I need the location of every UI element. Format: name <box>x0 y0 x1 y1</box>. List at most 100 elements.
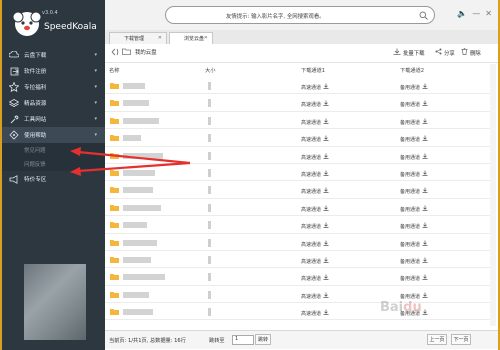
high-speed-link[interactable]: 高速通道 <box>301 153 329 161</box>
table-row[interactable]: 高速通道 备用通道 <box>105 234 495 251</box>
column-header-size[interactable]: 大小 <box>205 67 215 74</box>
sidebar-item-help[interactable]: 使用帮助 ▾ <box>2 127 105 143</box>
folder-icon <box>110 117 119 124</box>
search-input[interactable]: 友情提示: 输入影片名字, 全网搜索观看。 <box>165 6 435 24</box>
high-speed-link[interactable]: 高速通道 <box>301 309 329 317</box>
table-row[interactable]: 高速通道 备用通道 <box>105 129 495 147</box>
high-speed-link[interactable]: 高速通道 <box>301 170 329 178</box>
backup-link[interactable]: 备用通道 <box>400 240 428 248</box>
high-speed-link[interactable]: 高速通道 <box>301 240 329 248</box>
download-arrow-icon <box>321 274 329 282</box>
folder-icon <box>110 221 119 229</box>
table-row[interactable]: 高速通道 备用通道 <box>105 147 495 164</box>
page-number-input[interactable]: 1 <box>232 335 254 345</box>
high-speed-link[interactable]: 高速通道 <box>301 292 329 300</box>
close-icon[interactable]: ✕ <box>485 9 492 18</box>
jump-button[interactable]: 跳转 <box>255 334 271 345</box>
close-icon[interactable]: ✕ <box>158 35 162 41</box>
table-row[interactable]: 高速通道 备用通道 <box>105 303 495 321</box>
sidebar-subitem-faq[interactable]: 常见问题 <box>2 143 105 157</box>
tab-download-manager[interactable]: 下载管理 ✕ <box>109 32 167 44</box>
search-icon[interactable] <box>419 11 428 22</box>
file-name-blurred <box>123 187 153 194</box>
sidebar-item-tools[interactable]: 工具网站 ▾ <box>2 111 105 127</box>
download-arrow-icon <box>420 83 428 91</box>
backup-link[interactable]: 备用通道 <box>400 187 428 195</box>
koala-logo-icon <box>12 8 42 38</box>
table-row[interactable]: 高速通道 备用通道 <box>105 112 495 130</box>
backup-link[interactable]: 备用通道 <box>400 222 428 230</box>
backup-link[interactable]: 备用通道 <box>400 83 428 91</box>
high-speed-link[interactable]: 高速通道 <box>301 274 329 282</box>
file-size-blurred <box>208 168 211 177</box>
sidebar-item-cloud-download[interactable]: 云盘下载 ▾ <box>2 47 105 63</box>
backup-link[interactable]: 备用通道 <box>400 100 428 108</box>
vertical-scrollbar[interactable] <box>490 64 496 326</box>
high-speed-link[interactable]: 高速通道 <box>301 100 329 108</box>
high-speed-link[interactable]: 高速通道 <box>301 118 329 126</box>
share-button[interactable]: 分享 <box>435 48 455 57</box>
sidebar: v3.0.4 SpeedKoala 云盘下载 ▾ 软件注册 ▾ 专拉福利 ▾ 精… <box>2 0 105 350</box>
sidebar-item-register[interactable]: 软件注册 ▾ <box>2 63 105 79</box>
chevron-down-icon: ▾ <box>94 100 97 106</box>
column-header-link1[interactable]: 下载通道1 <box>301 67 325 74</box>
backup-link[interactable]: 备用通道 <box>400 274 428 282</box>
download-arrow-icon <box>420 135 428 143</box>
next-page-button[interactable]: 下一页 <box>451 334 471 345</box>
sidebar-item-special-offers[interactable]: 特价专区 <box>2 171 105 187</box>
sidebar-item-resources[interactable]: 精品资源 ▾ <box>2 95 105 111</box>
batch-download-label: 批量下载 <box>403 50 425 57</box>
table-row[interactable]: 高速通道 备用通道 <box>105 94 495 112</box>
batch-download-icon <box>393 48 401 57</box>
prev-page-button[interactable]: 上一页 <box>427 334 447 345</box>
file-size-blurred <box>208 290 211 299</box>
sidebar-item-label: 云盘下载 <box>24 53 47 59</box>
close-icon[interactable]: ✕ <box>204 35 208 41</box>
high-speed-link[interactable]: 高速通道 <box>301 257 329 265</box>
app-brand: SpeedKoala <box>44 22 97 32</box>
backup-link[interactable]: 备用通道 <box>400 153 428 161</box>
table-row[interactable]: 高速通道 备用通道 <box>105 286 495 304</box>
table-row[interactable]: 高速通道 备用通道 <box>105 199 495 217</box>
tab-browse-cloud[interactable]: 浏览云盘 ✕ <box>169 32 213 44</box>
backup-link[interactable]: 备用通道 <box>400 118 428 126</box>
high-speed-link[interactable]: 高速通道 <box>301 205 329 213</box>
backup-link[interactable]: 备用通道 <box>400 135 428 143</box>
high-speed-link[interactable]: 高速通道 <box>301 135 329 143</box>
toolbar: 我的云盘 批量下载 分享 删除 <box>105 44 498 63</box>
download-arrow-icon <box>420 187 428 195</box>
download-arrow-icon <box>321 83 329 91</box>
folder-icon <box>110 308 119 316</box>
backup-link[interactable]: 备用通道 <box>400 257 428 265</box>
high-speed-link[interactable]: 高速通道 <box>301 222 329 230</box>
delete-label: 删除 <box>470 50 481 57</box>
download-arrow-icon <box>321 222 329 230</box>
table-row[interactable]: 高速通道 备用通道 <box>105 251 495 269</box>
cloud-download-icon <box>8 50 20 60</box>
backup-link[interactable]: 备用通道 <box>400 205 428 213</box>
table-row[interactable]: 高速通道 备用通道 <box>105 77 495 95</box>
sidebar-item-welfare[interactable]: 专拉福利 ▾ <box>2 79 105 95</box>
table-row[interactable]: 高速通道 备用通道 <box>105 164 495 182</box>
high-speed-link[interactable]: 高速通道 <box>301 83 329 91</box>
file-name-blurred <box>123 239 157 246</box>
table-row[interactable]: 高速通道 备用通道 <box>105 181 495 199</box>
download-arrow-icon <box>420 100 428 108</box>
delete-button[interactable]: 删除 <box>461 48 481 57</box>
backup-link[interactable]: 备用通道 <box>400 170 428 178</box>
high-speed-link[interactable]: 高速通道 <box>301 187 329 195</box>
column-header-name[interactable]: 名称 <box>109 67 119 74</box>
backup-link[interactable]: 备用通道 <box>400 292 428 300</box>
minimize-icon[interactable]: — <box>472 9 480 18</box>
table-row[interactable]: 高速通道 备用通道 <box>105 268 495 286</box>
batch-download-button[interactable]: 批量下载 <box>393 48 425 57</box>
volume-icon[interactable]: 🔈 <box>457 9 467 18</box>
chevron-down-icon: ▾ <box>94 132 97 138</box>
column-header-link2[interactable]: 下载通道2 <box>400 67 424 74</box>
table-row[interactable]: 高速通道 备用通道 <box>105 216 495 234</box>
file-size-blurred <box>208 238 211 247</box>
file-name-blurred <box>123 100 149 107</box>
sidebar-subitem-feedback[interactable]: 问题反馈 <box>2 157 105 171</box>
back-icon[interactable] <box>111 48 119 56</box>
tab-label: 下载管理 <box>124 36 145 42</box>
